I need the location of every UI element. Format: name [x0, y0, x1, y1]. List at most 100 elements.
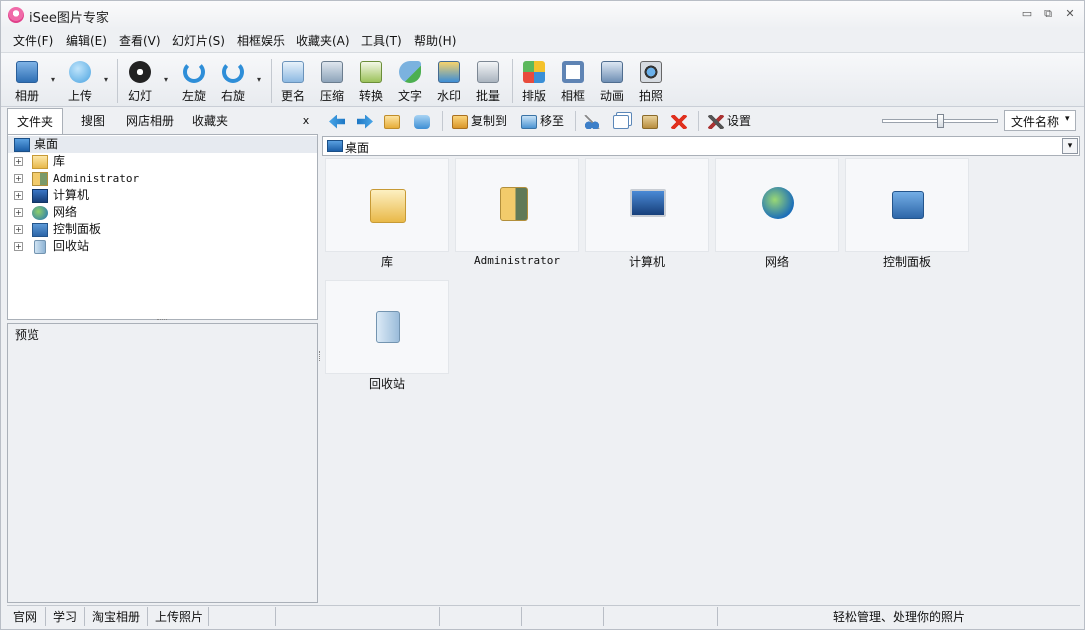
minimize-button[interactable]: ▭ [1018, 6, 1036, 22]
layout-button[interactable]: 排版 [517, 61, 551, 107]
tree-item-computer[interactable]: + 计算机 [8, 187, 317, 204]
sort-dropdown[interactable]: 文件名称 ▾ [1004, 110, 1076, 131]
main-toolbar: 相册 ▾ 上传 ▾ 幻灯 ▾ 左旋 右旋 ▾ 更名 压缩 转换 文字 水印 批量… [1, 52, 1084, 107]
thumbnail-recycle-bin[interactable] [325, 280, 449, 374]
compress-label: 压缩 [319, 89, 344, 103]
tree-item-library[interactable]: + 库 [8, 153, 317, 170]
compress-button[interactable]: 压缩 [315, 61, 349, 107]
vertical-splitter-handle[interactable] [319, 351, 321, 361]
expand-icon[interactable]: + [14, 157, 23, 166]
menu-help[interactable]: 帮助(H) [414, 32, 456, 49]
status-link-learn[interactable]: 学习 [47, 608, 83, 626]
upload-button[interactable]: 上传 [63, 61, 97, 107]
panel-close-button[interactable]: x [299, 108, 313, 134]
refresh-icon [414, 114, 430, 129]
move-to-label: 移至 [540, 114, 565, 128]
status-link-taobao-album[interactable]: 淘宝相册 [86, 608, 146, 626]
desktop-icon [14, 138, 30, 152]
settings-button[interactable]: 设置 [708, 112, 751, 130]
animation-icon [601, 61, 623, 83]
close-button[interactable]: ✕ [1061, 6, 1079, 22]
slideshow-dropdown-icon[interactable]: ▾ [164, 75, 168, 84]
status-divider [717, 607, 718, 626]
refresh-button[interactable] [414, 112, 433, 130]
batch-button[interactable]: 批量 [471, 61, 505, 107]
rotate-dropdown-icon[interactable]: ▾ [257, 75, 261, 84]
tab-favorites[interactable]: 收藏夹 [189, 108, 231, 134]
frame-button[interactable]: 相框 [556, 61, 590, 107]
capture-button[interactable]: 拍照 [634, 61, 668, 107]
tree-item-network[interactable]: + 网络 [8, 204, 317, 221]
menu-file[interactable]: 文件(F) [13, 32, 53, 49]
user-folder-icon [500, 187, 528, 221]
watermark-button[interactable]: 水印 [432, 61, 466, 107]
menu-view[interactable]: 查看(V) [119, 32, 161, 49]
thumbnail-grid: 库 Administrator 计算机 网络 控制面板 回收站 [322, 156, 1080, 603]
computer-icon [630, 189, 666, 217]
thumbnail-network[interactable] [715, 158, 839, 252]
tree-item-label: 库 [53, 154, 66, 168]
thumbnail-library[interactable] [325, 158, 449, 252]
animation-button[interactable]: 动画 [595, 61, 629, 107]
menu-tools[interactable]: 工具(T) [361, 32, 402, 49]
toolbar-separator [575, 111, 576, 131]
thumbnail-caption: 控制面板 [882, 255, 931, 269]
cut-button[interactable] [584, 112, 603, 130]
thumbnail-control-panel[interactable] [845, 158, 969, 252]
album-dropdown-icon[interactable]: ▾ [51, 75, 55, 84]
rename-button[interactable]: 更名 [276, 61, 310, 107]
menu-edit[interactable]: 编辑(E) [66, 32, 107, 49]
restore-button[interactable]: ⧉ [1039, 6, 1057, 22]
menu-slideshow[interactable]: 幻灯片(S) [172, 32, 225, 49]
expand-icon[interactable]: + [14, 191, 23, 200]
rotate-right-icon [222, 61, 244, 83]
tree-item-control-panel[interactable]: + 控制面板 [8, 221, 317, 238]
thumbnail-administrator[interactable] [455, 158, 579, 252]
rotate-right-button[interactable]: 右旋 [216, 61, 250, 107]
rotate-left-button[interactable]: 左旋 [177, 61, 211, 107]
layout-icon [523, 61, 545, 83]
rename-label: 更名 [280, 89, 305, 103]
status-divider [147, 607, 148, 626]
tree-item-recycle-bin[interactable]: + 回收站 [8, 238, 317, 255]
tab-shop-album[interactable]: 网店相册 [123, 108, 177, 134]
paste-button[interactable] [642, 112, 661, 130]
zoom-slider[interactable] [882, 114, 998, 128]
convert-button[interactable]: 转换 [354, 61, 388, 107]
menu-frame-fun[interactable]: 相框娱乐 [237, 32, 285, 49]
copy-to-button[interactable]: 复制到 [452, 112, 507, 130]
album-button[interactable]: 相册 [10, 61, 44, 107]
app-window: iSee图片专家 ▭ ⧉ ✕ 文件(F) 编辑(E) 查看(V) 幻灯片(S) … [0, 0, 1085, 630]
tab-folders[interactable]: 文件夹 [7, 108, 63, 134]
desktop-icon [327, 140, 343, 152]
expand-icon[interactable]: + [14, 225, 23, 234]
address-dropdown-button[interactable]: ▾ [1062, 138, 1078, 154]
status-divider [275, 607, 276, 626]
slideshow-button[interactable]: 幻灯 [123, 61, 157, 107]
move-to-button[interactable]: 移至 [521, 112, 564, 130]
upload-dropdown-icon[interactable]: ▾ [104, 75, 108, 84]
back-button[interactable] [329, 112, 348, 130]
thumbnail-computer[interactable] [585, 158, 709, 252]
status-link-website[interactable]: 官网 [7, 608, 43, 626]
delete-button[interactable] [671, 112, 690, 130]
text-button[interactable]: 文字 [393, 61, 427, 107]
copy-button[interactable] [613, 112, 632, 130]
address-bar[interactable]: 桌面 ▾ [322, 136, 1080, 156]
tree-root-desktop[interactable]: 桌面 [8, 136, 317, 153]
settings-label: 设置 [727, 114, 752, 128]
menu-favorites[interactable]: 收藏夹(A) [296, 32, 350, 49]
watermark-icon [438, 61, 460, 83]
expand-icon[interactable]: + [14, 242, 23, 251]
expand-icon[interactable]: + [14, 174, 23, 183]
forward-button[interactable] [357, 112, 376, 130]
tab-search[interactable]: 搜图 [77, 108, 109, 134]
tree-item-administrator[interactable]: + Administrator [8, 170, 317, 187]
album-label: 相册 [14, 89, 39, 103]
zoom-slider-thumb[interactable] [937, 114, 944, 128]
cut-icon [584, 114, 600, 129]
splitter-handle[interactable] [157, 319, 167, 321]
up-folder-button[interactable] [384, 112, 403, 130]
expand-icon[interactable]: + [14, 208, 23, 217]
status-link-upload-photos[interactable]: 上传照片 [149, 608, 209, 626]
